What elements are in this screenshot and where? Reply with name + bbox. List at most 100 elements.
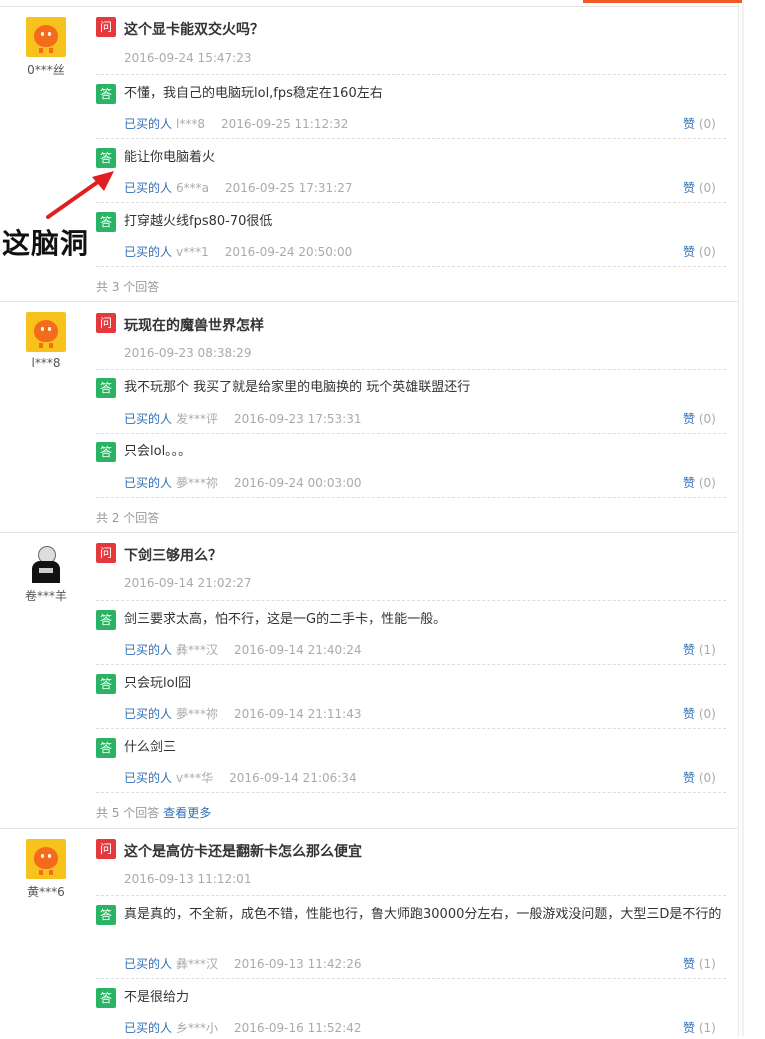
buyer-link[interactable]: 已买的人 <box>124 117 172 131</box>
avatar[interactable] <box>26 17 66 57</box>
question-item: 卷***羊 问 下剑三够用么？ 2016-09-14 21:02:27 答 剑三… <box>0 532 738 829</box>
like-button[interactable]: 赞 (0) <box>683 474 716 491</box>
avatar[interactable] <box>26 312 66 352</box>
like-label[interactable]: 赞 <box>683 181 695 195</box>
like-button[interactable]: 赞 (0) <box>683 705 716 722</box>
asker: 卷***羊 <box>18 543 74 604</box>
buyer-link[interactable]: 已买的人 <box>124 245 172 259</box>
answer-time: 2016-09-23 17:53:31 <box>234 412 362 426</box>
answer-badge: 答 <box>96 84 116 104</box>
answer-badge: 答 <box>96 378 116 398</box>
like-button[interactable]: 赞 (0) <box>683 769 716 786</box>
answer-time: 2016-09-24 20:50:00 <box>224 245 353 259</box>
like-label[interactable]: 赞 <box>683 707 695 721</box>
answer-user: 彝***汉 <box>176 957 219 971</box>
answer-user: v***1 <box>176 245 209 259</box>
answer-time: 2016-09-25 11:12:32 <box>220 117 349 131</box>
like-button[interactable]: 赞 (0) <box>683 243 716 260</box>
like-label[interactable]: 赞 <box>683 245 695 259</box>
like-label[interactable]: 赞 <box>683 412 695 426</box>
question-title[interactable]: 玩现在的魔兽世界怎样 <box>124 315 264 335</box>
answer-meta: 已买的人 乡***小 2016-09-16 11:52:42 <box>124 1019 361 1036</box>
like-count: (1) <box>698 1021 716 1035</box>
annotation-label: 这脑洞 <box>2 227 90 260</box>
buyer-link[interactable]: 已买的人 <box>124 707 172 721</box>
question-title[interactable]: 这个是高仿卡还是翻新卡怎么那么便宜 <box>124 841 362 861</box>
answer-time: 2016-09-24 00:03:00 <box>234 476 362 490</box>
answer-badge: 答 <box>96 738 116 758</box>
question-badge: 问 <box>96 839 116 859</box>
divider <box>96 600 726 601</box>
divider <box>96 978 726 979</box>
like-label[interactable]: 赞 <box>683 1021 695 1035</box>
question-time: 2016-09-13 11:12:01 <box>124 872 252 886</box>
answer-badge: 答 <box>96 442 116 462</box>
answer-meta: 已买的人 v***1 2016-09-24 20:50:00 <box>124 243 352 260</box>
answer-text: 只会玩lol囧 <box>124 676 192 691</box>
answer-user: 夢***祢 <box>176 476 219 490</box>
buyer-link[interactable]: 已买的人 <box>124 181 172 195</box>
answer-count-text: 共 5 个回答 <box>96 806 160 820</box>
like-count: (0) <box>698 245 716 259</box>
like-label[interactable]: 赞 <box>683 117 695 131</box>
answer-meta: 已买的人 彝***汉 2016-09-14 21:40:24 <box>124 641 361 658</box>
avatar[interactable] <box>26 543 66 583</box>
question-title[interactable]: 下剑三够用么？ <box>124 545 222 565</box>
buyer-link[interactable]: 已买的人 <box>124 412 172 426</box>
answer-time: 2016-09-14 21:40:24 <box>234 643 362 657</box>
answer-meta: 已买的人 彝***汉 2016-09-13 11:42:26 <box>124 955 361 972</box>
like-label[interactable]: 赞 <box>683 643 695 657</box>
divider <box>96 497 726 498</box>
answer-user: 夢***祢 <box>176 707 219 721</box>
divider <box>96 369 726 370</box>
answer-user: 6***a <box>176 181 210 195</box>
like-count: (1) <box>698 957 716 971</box>
like-label[interactable]: 赞 <box>683 771 695 785</box>
answer-badge: 答 <box>96 674 116 694</box>
like-label[interactable]: 赞 <box>683 476 695 490</box>
answer-badge: 答 <box>96 988 116 1008</box>
answer-text: 打穿越火线fps80-70很低 <box>124 214 273 229</box>
avatar[interactable] <box>26 839 66 879</box>
like-label[interactable]: 赞 <box>683 957 695 971</box>
answer-user: 乡***小 <box>176 1021 219 1035</box>
question-item: l***8 问 玩现在的魔兽世界怎样 2016-09-23 08:38:29 答… <box>0 301 738 533</box>
scrollbar-track[interactable] <box>742 0 744 1036</box>
like-button[interactable]: 赞 (0) <box>683 179 716 196</box>
like-button[interactable]: 赞 (0) <box>683 115 716 132</box>
like-button[interactable]: 赞 (1) <box>683 641 716 658</box>
divider <box>96 433 726 434</box>
asker-name: l***8 <box>31 356 61 370</box>
divider <box>96 266 726 267</box>
buyer-link[interactable]: 已买的人 <box>124 771 172 785</box>
answer-meta: 已买的人 夢***祢 2016-09-24 00:03:00 <box>124 474 361 491</box>
answer-time: 2016-09-14 21:11:43 <box>234 707 362 721</box>
answer-meta: 已买的人 夢***祢 2016-09-14 21:11:43 <box>124 705 361 722</box>
view-more-link[interactable]: 查看更多 <box>163 806 211 820</box>
buyer-link[interactable]: 已买的人 <box>124 1021 172 1035</box>
like-count: (0) <box>698 771 716 785</box>
like-count: (0) <box>698 181 716 195</box>
answer-text: 我不玩那个 我买了就是给家里的电脑换的 玩个英雄联盟还行 <box>124 380 471 395</box>
divider <box>96 895 726 896</box>
answer-user: 彝***汉 <box>176 643 219 657</box>
like-count: (0) <box>698 476 716 490</box>
answer-text: 真是真的，不全新，成色不错，性能也行，鲁大师跑30000分左右，一般游戏没问题，… <box>124 907 722 922</box>
like-button[interactable]: 赞 (0) <box>683 410 716 427</box>
like-button[interactable]: 赞 (1) <box>683 955 716 972</box>
answer-text: 能让你电脑着火 <box>124 150 216 165</box>
like-button[interactable]: 赞 (1) <box>683 1019 716 1036</box>
question-title[interactable]: 这个显卡能双交火吗？ <box>124 19 264 39</box>
asker-name: 黄***6 <box>27 885 65 899</box>
answer-text: 剑三要求太高，怕不行，这是一G的二手卡，性能一般。 <box>124 612 447 627</box>
buyer-link[interactable]: 已买的人 <box>124 957 172 971</box>
annotation-arrow-icon <box>46 171 114 219</box>
divider <box>96 664 726 665</box>
buyer-link[interactable]: 已买的人 <box>124 643 172 657</box>
question-badge: 问 <box>96 313 116 333</box>
answer-meta: 已买的人 l***8 2016-09-25 11:12:32 <box>124 115 348 132</box>
buyer-link[interactable]: 已买的人 <box>124 476 172 490</box>
question-badge: 问 <box>96 543 116 563</box>
active-tab-indicator <box>583 0 743 3</box>
answer-time: 2016-09-13 11:42:26 <box>234 957 362 971</box>
